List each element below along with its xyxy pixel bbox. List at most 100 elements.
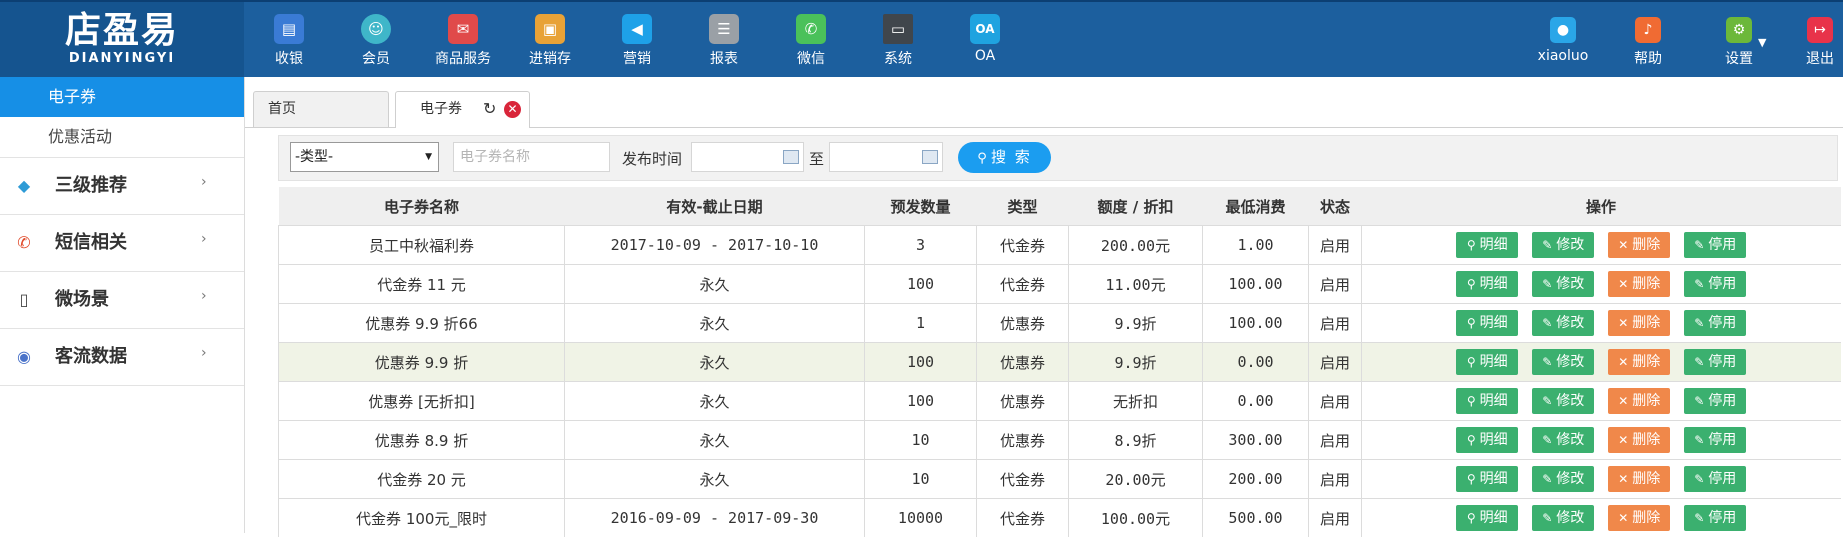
cell-actions: ⚲明细 ✎修改 ✕删除 ✎停用 [1362,226,1841,265]
cash-register-icon: ▤ [274,14,304,44]
settings-dropdown-caret-icon[interactable]: ▼ [1758,36,1766,49]
nav-user[interactable]: ● xiaoluo [1530,2,1596,77]
close-icon[interactable]: ✕ [504,101,521,118]
sidebar-group-referral[interactable]: ◆ 三级推荐 › [0,157,244,214]
delete-button[interactable]: ✕删除 [1608,271,1670,297]
sidebar-group-label: 三级推荐 [55,158,127,214]
refresh-icon[interactable]: ↻ [483,92,496,126]
disable-button[interactable]: ✎停用 [1684,232,1746,258]
delete-button[interactable]: ✕删除 [1608,310,1670,336]
disable-button[interactable]: ✎停用 [1684,310,1746,336]
sidebar-group-micro-scene[interactable]: ▯ 微场景 › [0,271,244,328]
nav-system[interactable]: ▭ 系统 [859,2,937,77]
cell-actions: ⚲明细 ✎修改 ✕删除 ✎停用 [1362,343,1841,382]
nav-inventory[interactable]: ▣ 进销存 [511,2,589,77]
cell-min: 300.00 [1203,421,1309,460]
inventory-icon: ▣ [535,14,565,44]
detail-button[interactable]: ⚲明细 [1456,232,1518,258]
delete-button[interactable]: ✕删除 [1608,466,1670,492]
cell-name: 优惠券 8.9 折 [279,421,565,460]
nav-cashier[interactable]: ▤ 收银 [250,2,328,77]
detail-button[interactable]: ⚲明细 [1456,505,1518,531]
calendar-icon[interactable] [922,150,938,164]
tab-e-coupon[interactable]: 电子券 ↻ ✕ [395,91,530,128]
disable-button[interactable]: ✎停用 [1684,388,1746,414]
magnifier-icon: ⚲ [1467,511,1476,525]
edit-button[interactable]: ✎修改 [1532,466,1594,492]
nav-member[interactable]: ☺ 会员 [337,2,415,77]
search-button[interactable]: ⚲ 搜 索 [958,142,1051,173]
table-row: 优惠券 9.9 折66永久1优惠券9.9折100.00启用⚲明细✎修改✕删除✎停… [279,304,1841,343]
nav-product-service[interactable]: ✉ 商品服务 [424,2,502,77]
pencil-icon: ✎ [1694,238,1704,252]
edit-button[interactable]: ✎修改 [1532,271,1594,297]
chevron-right-icon: › [201,325,207,381]
cell-actions: ⚲明细 ✎修改 ✕删除 ✎停用 [1362,421,1841,460]
disable-button[interactable]: ✎停用 [1684,427,1746,453]
pencil-icon: ✎ [1542,472,1552,486]
cell-amount: 9.9折 [1069,304,1203,343]
edit-button[interactable]: ✎修改 [1532,310,1594,336]
disable-button[interactable]: ✎停用 [1684,505,1746,531]
coupon-name-input[interactable] [453,142,610,172]
delete-button[interactable]: ✕删除 [1608,505,1670,531]
detail-button[interactable]: ⚲明细 [1456,349,1518,375]
wechat-icon: ✆ [796,14,826,44]
delete-button[interactable]: ✕删除 [1608,427,1670,453]
select-caret-icon: ▼ [425,143,432,171]
nav-label: 商品服务 [424,48,502,68]
column-header: 类型 [977,187,1069,226]
end-date-input[interactable] [829,142,943,172]
sidebar-group-sms[interactable]: ✆ 短信相关 › [0,214,244,271]
detail-button[interactable]: ⚲明细 [1456,310,1518,336]
cell-qty: 10 [865,460,977,499]
pencil-icon: ✎ [1542,355,1552,369]
edit-button[interactable]: ✎修改 [1532,388,1594,414]
disable-button[interactable]: ✎停用 [1684,349,1746,375]
cell-status: 启用 [1309,265,1362,304]
brand-logo[interactable]: 店盈易 DIANYINGYI [0,2,244,77]
cell-date: 永久 [565,304,865,343]
sidebar-item-promotion[interactable]: 优惠活动 [0,117,244,157]
delete-button[interactable]: ✕删除 [1608,232,1670,258]
start-date-input[interactable] [691,142,804,172]
layers-icon: ◆ [14,176,34,196]
cell-type: 优惠券 [977,343,1069,382]
cell-name: 优惠券 9.9 折 [279,343,565,382]
magnifier-icon: ⚲ [1467,355,1476,369]
nav-marketing[interactable]: ◀ 营销 [598,2,676,77]
detail-button[interactable]: ⚲明细 [1456,271,1518,297]
nav-oa[interactable]: OA OA [946,2,1024,77]
cell-date: 永久 [565,265,865,304]
disable-button[interactable]: ✎停用 [1684,271,1746,297]
detail-button[interactable]: ⚲明细 [1456,466,1518,492]
nav-help[interactable]: ♪ 帮助 [1618,2,1678,77]
delete-button[interactable]: ✕删除 [1608,349,1670,375]
tab-home[interactable]: 首页 [253,91,389,127]
sidebar-group-traffic-data[interactable]: ◉ 客流数据 › [0,328,244,386]
table-row: 代金券 20 元永久10代金券20.00元200.00启用⚲明细✎修改✕删除✎停… [279,460,1841,499]
cell-status: 启用 [1309,460,1362,499]
x-icon: ✕ [1618,316,1628,330]
nav-report[interactable]: ☰ 报表 [685,2,763,77]
delete-button[interactable]: ✕删除 [1608,388,1670,414]
detail-button[interactable]: ⚲明细 [1456,427,1518,453]
disable-button[interactable]: ✎停用 [1684,466,1746,492]
edit-button[interactable]: ✎修改 [1532,505,1594,531]
sidebar-item-e-coupon[interactable]: 电子券 [0,77,244,117]
coupon-type-select[interactable]: -类型- ▼ [290,142,439,172]
edit-button[interactable]: ✎修改 [1532,232,1594,258]
pencil-icon: ✎ [1542,433,1552,447]
button-label: 删除 [1632,432,1660,448]
edit-button[interactable]: ✎修改 [1532,349,1594,375]
nav-wechat[interactable]: ✆ 微信 [772,2,850,77]
detail-button[interactable]: ⚲明细 [1456,388,1518,414]
x-icon: ✕ [1618,472,1628,486]
edit-button[interactable]: ✎修改 [1532,427,1594,453]
pencil-icon: ✎ [1694,277,1704,291]
calendar-icon[interactable] [783,150,799,164]
table-header-row: 电子券名称 有效-截止日期 预发数量 类型 额度 / 折扣 最低消费 状态 操作 [279,187,1841,226]
magnifier-icon: ⚲ [1467,394,1476,408]
column-header: 有效-截止日期 [565,187,865,226]
nav-logout[interactable]: ↦ 退出 [1800,2,1840,77]
